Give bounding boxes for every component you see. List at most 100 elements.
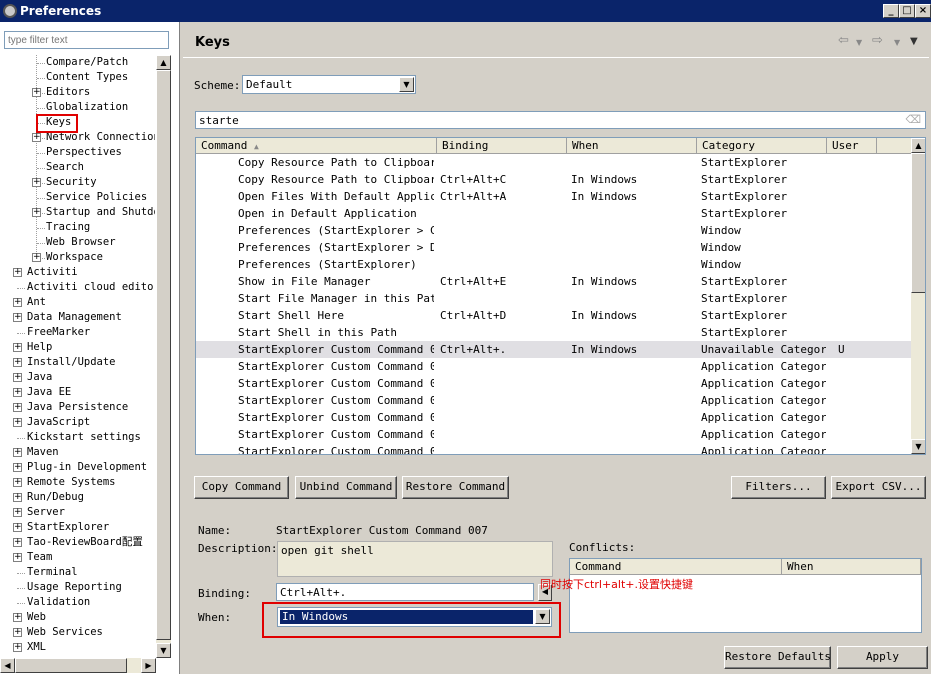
filters-button[interactable]: Filters...: [731, 476, 826, 499]
table-row[interactable]: StartExplorer Custom Command 008 Applicat…: [196, 358, 911, 375]
tree-item[interactable]: Java EE: [27, 385, 71, 400]
table-row[interactable]: Copy Resource Path to Clipboard StartExpl…: [196, 154, 911, 171]
expand-icon[interactable]: +: [13, 388, 22, 397]
table-scroll-thumb[interactable]: [911, 153, 925, 293]
restore-command-button[interactable]: Restore Command: [402, 476, 509, 499]
tree-item[interactable]: Tracing: [46, 220, 90, 235]
tree-item[interactable]: Install/Update: [27, 355, 116, 370]
binding-field[interactable]: Ctrl+Alt+.: [276, 583, 534, 601]
tree-item[interactable]: Content Types: [46, 70, 128, 85]
tree-item[interactable]: Data Management: [27, 310, 122, 325]
expand-icon[interactable]: +: [13, 613, 22, 622]
view-menu-icon[interactable]: ▼: [910, 36, 918, 47]
column-category[interactable]: Category: [697, 138, 827, 154]
table-row[interactable]: Start Shell Here Ctrl+Alt+D In Windows Star…: [196, 307, 911, 324]
tree-item[interactable]: Java Persistence: [27, 400, 128, 415]
tree-item[interactable]: Run/Debug: [27, 490, 84, 505]
scroll-left-icon[interactable]: ◀: [0, 658, 15, 673]
table-row[interactable]: Start File Manager in this Path StartExpl…: [196, 290, 911, 307]
tree-horizontal-scrollbar[interactable]: ◀ ▶: [0, 658, 156, 673]
expand-icon[interactable]: +: [13, 298, 22, 307]
table-row[interactable]: Preferences (StartExplorer > Desk Window: [196, 239, 911, 256]
minimize-button[interactable]: _: [883, 4, 899, 18]
table-row[interactable]: Open Files With Default Applicati Ctrl+Al…: [196, 188, 911, 205]
search-input[interactable]: starte ⌫: [195, 111, 926, 129]
apply-button[interactable]: Apply: [837, 646, 928, 669]
unbind-command-button[interactable]: Unbind Command: [295, 476, 397, 499]
scroll-down-icon[interactable]: ▼: [156, 643, 171, 658]
tree-item[interactable]: Kickstart settings: [27, 430, 141, 445]
table-row[interactable]: Preferences (StartExplorer > Cust Window: [196, 222, 911, 239]
expand-icon[interactable]: +: [13, 268, 22, 277]
tree-item[interactable]: Web: [27, 610, 46, 625]
tree-item[interactable]: FreeMarker: [27, 325, 90, 340]
tree-item[interactable]: Search: [46, 160, 84, 175]
tree-item[interactable]: StartExplorer: [27, 520, 109, 535]
expand-icon[interactable]: +: [13, 313, 22, 322]
table-row[interactable]: StartExplorer Custom Command 011 Applicat…: [196, 409, 911, 426]
tree-item[interactable]: Help: [27, 340, 52, 355]
table-row[interactable]: Show in File Manager Ctrl+Alt+E In Windows…: [196, 273, 911, 290]
description-field[interactable]: open git shell: [277, 541, 553, 577]
expand-icon[interactable]: +: [13, 538, 22, 547]
scroll-thumb[interactable]: [156, 70, 171, 640]
tree-item[interactable]: Service Policies: [46, 190, 147, 205]
clear-icon[interactable]: ⌫: [905, 113, 921, 126]
expand-icon[interactable]: +: [13, 418, 22, 427]
tree-item[interactable]: Terminal: [27, 565, 78, 580]
tree-item[interactable]: Validation: [27, 595, 90, 610]
copy-command-button[interactable]: Copy Command: [194, 476, 289, 499]
expand-icon[interactable]: +: [13, 553, 22, 562]
export-csv-button[interactable]: Export CSV...: [831, 476, 926, 499]
tree-item[interactable]: Plug-in Development: [27, 460, 147, 475]
expand-icon[interactable]: +: [32, 88, 41, 97]
conflicts-column-command[interactable]: Command: [570, 559, 782, 575]
tree-item[interactable]: Java: [27, 370, 52, 385]
tree-item[interactable]: Perspectives: [46, 145, 122, 160]
expand-icon[interactable]: +: [32, 133, 41, 142]
tree-item[interactable]: Editors: [46, 85, 90, 100]
restore-defaults-button[interactable]: Restore Defaults: [724, 646, 831, 669]
table-scroll-down-icon[interactable]: ▼: [911, 439, 925, 454]
tree-item[interactable]: Compare/Patch: [46, 55, 128, 70]
forward-menu-icon[interactable]: ▼: [894, 38, 900, 47]
column-command[interactable]: Command ▲: [196, 138, 437, 154]
scheme-combo[interactable]: Default ▼: [242, 75, 416, 94]
expand-icon[interactable]: +: [13, 358, 22, 367]
conflicts-column-when[interactable]: When: [782, 559, 921, 575]
expand-icon[interactable]: +: [13, 493, 22, 502]
tree-item[interactable]: Globalization: [46, 100, 128, 115]
column-user[interactable]: User: [827, 138, 877, 154]
table-row[interactable]: StartExplorer Custom Command 007 Ctrl+Alt…: [196, 341, 911, 358]
expand-icon[interactable]: +: [32, 253, 41, 262]
table-row[interactable]: Preferences (StartExplorer) Window: [196, 256, 911, 273]
maximize-button[interactable]: □: [899, 4, 915, 18]
expand-icon[interactable]: +: [13, 448, 22, 457]
table-scroll-up-icon[interactable]: ▲: [911, 138, 925, 153]
expand-icon[interactable]: +: [13, 373, 22, 382]
back-menu-icon[interactable]: ▼: [856, 38, 862, 47]
scroll-right-icon[interactable]: ▶: [141, 658, 156, 673]
table-row[interactable]: Open in Default Application StartExplorer: [196, 205, 911, 222]
tree-item[interactable]: Activiti cloud editor: [27, 280, 155, 295]
table-row[interactable]: StartExplorer Custom Command 009 Applicat…: [196, 375, 911, 392]
tree-item[interactable]: Maven: [27, 445, 59, 460]
tree-item[interactable]: Startup and Shutdo: [46, 205, 155, 220]
tree-item[interactable]: Security: [46, 175, 97, 190]
chevron-down-icon[interactable]: ▼: [399, 77, 414, 92]
expand-icon[interactable]: +: [13, 628, 22, 637]
tree-item[interactable]: Team: [27, 550, 52, 565]
table-row[interactable]: StartExplorer Custom Command 012 Applicat…: [196, 426, 911, 443]
forward-arrow-icon[interactable]: ⇨: [872, 33, 883, 48]
table-row[interactable]: StartExplorer Custom Command 010 Applicat…: [196, 392, 911, 409]
expand-icon[interactable]: +: [13, 523, 22, 532]
table-vertical-scrollbar[interactable]: ▲ ▼: [911, 138, 925, 454]
expand-icon[interactable]: +: [13, 643, 22, 652]
column-when[interactable]: When: [567, 138, 697, 154]
expand-icon[interactable]: +: [13, 508, 22, 517]
tree-item[interactable]: Ant: [27, 295, 46, 310]
table-row[interactable]: StartExplorer Custom Command 013 Applicat…: [196, 443, 911, 454]
table-row[interactable]: Start Shell in this Path StartExplorer: [196, 324, 911, 341]
expand-icon[interactable]: +: [13, 343, 22, 352]
hscroll-thumb[interactable]: [15, 658, 127, 673]
